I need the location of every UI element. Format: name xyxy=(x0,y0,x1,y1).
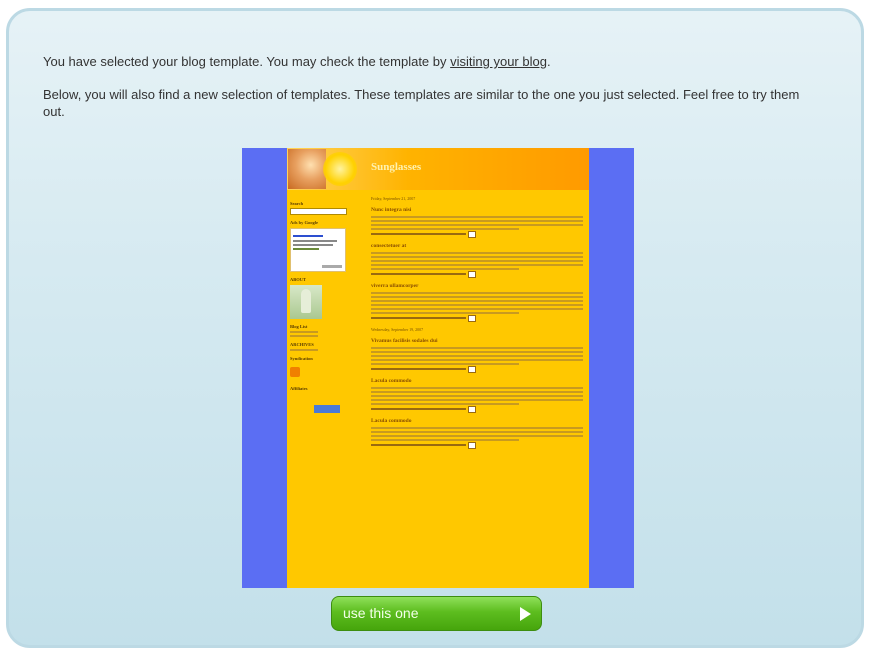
post-title: Vivamus facilisis sodales dui xyxy=(371,338,438,344)
post-title: Lacula commodo xyxy=(371,378,412,384)
archive-heading: ARCHIVES xyxy=(290,342,314,347)
sidebar-line xyxy=(290,335,318,337)
message-text: You have selected your blog template. Yo… xyxy=(43,54,451,69)
header-sun-graphic xyxy=(323,152,357,186)
sidebar-line xyxy=(290,349,318,351)
message-period: . xyxy=(546,54,551,69)
affiliate-badge xyxy=(314,405,340,413)
use-button-label: use this one xyxy=(343,605,419,621)
blog-list-heading: Blog List xyxy=(290,324,308,329)
post-title: consectetuer at xyxy=(371,243,407,249)
sidebar-line xyxy=(290,331,318,333)
sidebar-search-box xyxy=(290,208,347,215)
post-title: viverra ullamcorper xyxy=(371,283,419,289)
blog-main-column: Friday, September 21, 2007 Nunc integra … xyxy=(371,196,583,454)
blog-header: Sunglasses xyxy=(287,148,589,190)
similar-templates-message: Below, you will also find a new selectio… xyxy=(43,87,800,119)
rss-icon xyxy=(290,366,300,377)
rss-row xyxy=(290,363,352,381)
ads-heading: Ads by Google xyxy=(290,220,319,225)
post-title: Lacula commodo xyxy=(371,418,412,424)
play-arrow-icon xyxy=(520,607,531,621)
post-date: Friday, September 21, 2007 xyxy=(371,196,416,201)
ad-box xyxy=(290,228,346,272)
about-heading: ABOUT xyxy=(290,277,307,282)
affiliates-heading: Affiliates xyxy=(290,386,308,391)
use-this-template-button[interactable]: use this one xyxy=(331,596,542,631)
post-date: Wednesday, September 19, 2007 xyxy=(371,327,424,332)
blog-sidebar: Search Ads by Google ABOUT Blog List ARC… xyxy=(290,196,352,413)
syndication-heading: Syndication xyxy=(290,356,313,361)
visit-blog-link[interactable]: visiting your blog xyxy=(450,54,547,69)
template-preview[interactable]: Sunglasses Search Ads by Google ABOUT Bl… xyxy=(242,148,634,588)
blog-preview-page: Sunglasses Search Ads by Google ABOUT Bl… xyxy=(287,148,589,588)
selected-template-message: You have selected your blog template. Yo… xyxy=(43,53,551,70)
header-photo xyxy=(288,149,326,189)
search-heading: Search xyxy=(290,201,304,206)
post-title: Nunc integra nisi xyxy=(371,207,412,213)
blog-title: Sunglasses xyxy=(371,161,422,173)
profile-image xyxy=(290,285,322,319)
